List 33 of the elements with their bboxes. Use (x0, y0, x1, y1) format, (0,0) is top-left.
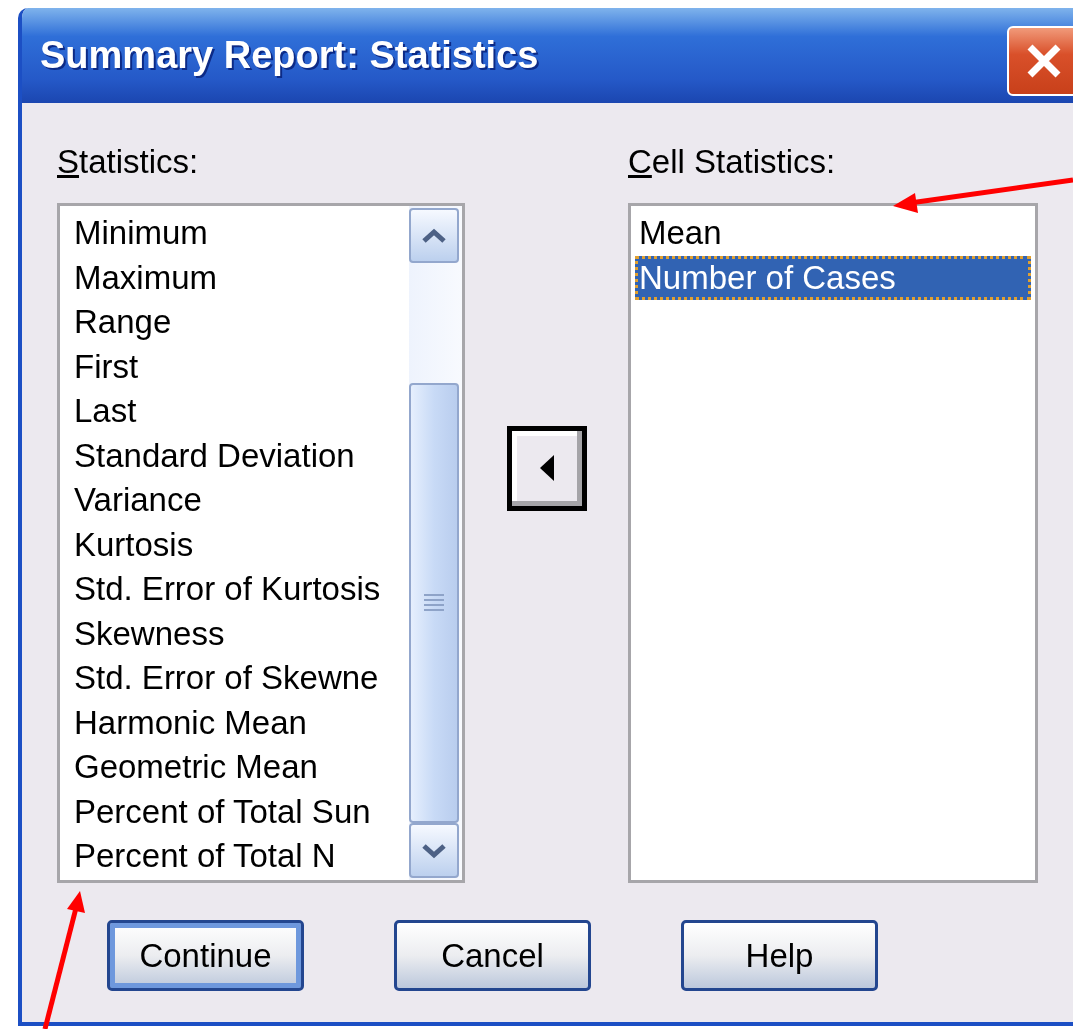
list-item[interactable]: Std. Error of Skewne (70, 656, 383, 701)
scroll-up-button[interactable] (409, 208, 459, 263)
list-item[interactable]: Minimum (70, 211, 212, 256)
list-item[interactable]: Variance (70, 478, 206, 523)
scroll-thumb[interactable] (409, 383, 459, 823)
list-item[interactable]: Range (70, 300, 176, 345)
list-item[interactable]: Std. Error of Kurtosis (70, 567, 385, 612)
scroll-down-button[interactable] (409, 823, 459, 878)
dialog-button[interactable]: Cancel (394, 920, 591, 991)
list-item[interactable]: Maximum (70, 255, 221, 300)
chevron-up-icon (421, 227, 447, 244)
list-item[interactable]: Harmonic Mean (70, 700, 311, 745)
dialog-button[interactable]: Help (681, 920, 878, 991)
list-item[interactable]: First (70, 344, 143, 389)
list-item[interactable]: Mean (635, 211, 1031, 256)
chevron-down-icon (421, 842, 447, 859)
move-button[interactable] (506, 425, 587, 511)
list-item[interactable]: Standard Deviation (70, 433, 359, 478)
grip-icon (423, 593, 445, 613)
dialog-button[interactable]: Continue (107, 920, 304, 991)
window-title: Summary Report: Statistics (40, 34, 539, 77)
list-item[interactable]: Skewness (70, 611, 229, 656)
list-item[interactable]: Percent of Total Sun (70, 789, 375, 834)
list-item[interactable]: Last (70, 389, 141, 434)
statistics-list[interactable]: Minimum Maximum Range First Last Standard Deviation Variance Kurtosis Std. Error of Kurtosis Skewness Std. Error of Skewne Harmonic Mean Geometric Mean Percent of Total Sun Percent of Total N (57, 203, 465, 883)
list-item[interactable]: Number of Cases (635, 255, 1031, 300)
cell-statistics-list[interactable]: Mean Number of Cases (628, 203, 1038, 883)
list-item[interactable]: Percent of Total N (70, 834, 340, 879)
statistics-label: Statistics: (57, 143, 200, 182)
list-item[interactable]: Geometric Mean (70, 745, 322, 790)
cell-statistics-label: Cell Statistics: (628, 143, 837, 182)
list-item[interactable]: Kurtosis (70, 522, 198, 567)
close-button[interactable] (1007, 26, 1073, 96)
